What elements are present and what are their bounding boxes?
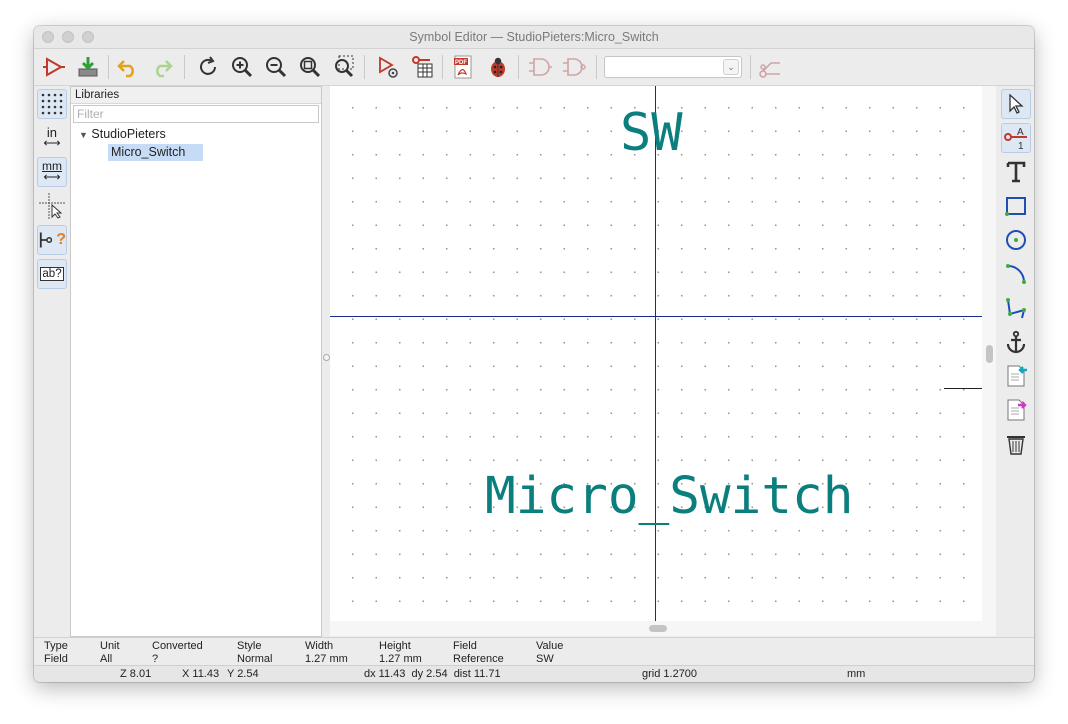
msg-header: Field — [453, 640, 477, 652]
full-crosshair-icon[interactable] — [37, 191, 67, 221]
new-symbol-icon[interactable] — [40, 53, 68, 81]
add-arc-tool-icon[interactable] — [1001, 259, 1031, 289]
right-toolbar: A1 — [996, 86, 1034, 636]
svg-text:PDF: PDF — [455, 60, 467, 66]
horizontal-scroll-thumb[interactable] — [649, 625, 667, 632]
msg-header: Height — [379, 640, 411, 652]
status-grid: grid 1.2700 — [642, 668, 698, 680]
msg-col-width: Width 1.27 mm — [305, 640, 348, 666]
symbol-properties-icon[interactable] — [374, 53, 402, 81]
add-polyline-tool-icon[interactable] — [1001, 293, 1031, 323]
symbol-editor-window: Symbol Editor — StudioPieters:Micro_Swit… — [34, 26, 1034, 682]
msg-header: Width — [305, 640, 334, 652]
svg-text:1: 1 — [1018, 141, 1024, 151]
add-text-tool-icon[interactable] — [1001, 157, 1031, 187]
msg-header: Type — [44, 640, 68, 652]
splitter-handle-icon — [323, 354, 330, 361]
horizontal-scrollbar[interactable] — [330, 621, 982, 636]
check-symbol-icon[interactable] — [484, 53, 512, 81]
export-graphics-icon[interactable] — [1001, 395, 1031, 425]
msg-col-unit: Unit All — [100, 640, 120, 666]
zoom-selection-icon[interactable] — [330, 53, 358, 81]
msg-col-height: Height 1.27 mm — [379, 640, 422, 666]
value-field-text[interactable]: Micro_Switch — [485, 468, 853, 526]
symbol-canvas[interactable]: SW Micro_Switch — [330, 86, 982, 621]
save-icon[interactable] — [74, 53, 102, 81]
normal-body-style-icon[interactable] — [526, 53, 554, 81]
tree-item-micro-switch[interactable]: Micro_Switch — [108, 144, 203, 161]
anchor-tool-icon[interactable] — [1001, 327, 1031, 357]
vertical-scroll-thumb[interactable] — [986, 345, 993, 363]
pin-table-icon[interactable] — [408, 53, 436, 81]
mm-units-button[interactable]: mm ⟷ — [37, 157, 67, 187]
msg-header: Value — [536, 640, 564, 652]
library-filter-input[interactable]: Filter — [73, 105, 319, 123]
msg-header: Style — [237, 640, 262, 652]
msg-col-style: Style Normal — [237, 640, 272, 666]
vertical-scrollbar[interactable] — [982, 86, 996, 636]
msg-col-type: Type Field — [44, 640, 68, 666]
status-zoom: Z 8.01 — [120, 668, 152, 680]
pin-connection-icon[interactable] — [756, 53, 784, 81]
show-pin-electrical-type-button[interactable]: ? — [37, 225, 67, 255]
redo-icon[interactable] — [148, 53, 176, 81]
library-name: StudioPieters — [91, 127, 166, 141]
title-bar: Symbol Editor — StudioPieters:Micro_Swit… — [34, 26, 1034, 49]
pin-mark-text: ? — [56, 231, 66, 248]
canvas-axis-horizontal — [330, 316, 982, 317]
zoom-in-icon[interactable] — [228, 53, 256, 81]
export-pdf-icon[interactable]: PDF — [450, 53, 478, 81]
zoom-out-icon[interactable] — [262, 53, 290, 81]
demorgan-body-style-icon[interactable] — [560, 53, 588, 81]
add-circle-tool-icon[interactable] — [1001, 225, 1031, 255]
status-delta: dx 11.43 dy 2.54 dist 11.71 — [364, 668, 501, 680]
zoom-window-button[interactable] — [82, 31, 94, 43]
chevron-down-icon: ⌄ — [723, 59, 739, 75]
text-variables-label: ab? — [40, 267, 64, 281]
reference-field-text[interactable]: SW — [620, 104, 683, 162]
undo-icon[interactable] — [114, 53, 142, 81]
status-units: mm — [847, 668, 866, 680]
msg-header: Converted — [152, 640, 203, 652]
left-toolbar: in ⟷ mm ⟷ ? ab? — [34, 86, 70, 636]
add-pin-tool-icon[interactable]: A1 — [1001, 123, 1031, 153]
libraries-panel: Libraries Filter ▼ StudioPieters Micro_S… — [70, 86, 322, 637]
msg-col-value: Value SW — [536, 640, 563, 666]
delete-trash-icon[interactable] — [1001, 429, 1031, 459]
text-variables-button[interactable]: ab? — [37, 259, 67, 289]
canvas-axis-vertical — [655, 86, 656, 621]
minimize-window-button[interactable] — [62, 31, 74, 43]
libraries-header: Libraries — [71, 87, 321, 104]
panel-splitter[interactable] — [322, 86, 330, 637]
msg-header: Unit — [100, 640, 120, 652]
msg-col-converted: Converted? — [152, 640, 203, 666]
refresh-icon[interactable] — [194, 53, 222, 81]
arrow-horizontal-icon: ⟷ — [43, 170, 61, 184]
close-window-button[interactable] — [42, 31, 54, 43]
message-panel: Type Field Unit All Converted? Style Normal… — [34, 637, 1034, 666]
status-x: X 11.43 — [182, 668, 220, 680]
zoom-fit-icon[interactable] — [296, 53, 324, 81]
main-toolbar: PDF ⌄ — [34, 49, 1034, 86]
unit-selector[interactable]: ⌄ — [604, 56, 742, 78]
window-title: Symbol Editor — StudioPieters:Micro_Swit… — [409, 30, 659, 44]
inch-units-button[interactable]: in ⟷ — [37, 123, 67, 153]
import-graphics-icon[interactable] — [1001, 361, 1031, 391]
pin-line — [944, 388, 982, 389]
select-tool-icon[interactable] — [1001, 89, 1031, 119]
svg-text:A: A — [1017, 127, 1024, 138]
grid-toggle-icon[interactable] — [37, 89, 67, 119]
status-bar: Z 8.01 X 11.43 Y 2.54 dx 11.43 dy 2.54 d… — [34, 665, 1034, 682]
tree-item-studiopieters[interactable]: ▼ StudioPieters — [79, 127, 166, 141]
status-y: Y 2.54 — [227, 668, 259, 680]
add-rectangle-tool-icon[interactable] — [1001, 191, 1031, 221]
arrow-horizontal-icon: ⟷ — [43, 136, 61, 150]
triangle-down-icon[interactable]: ▼ — [79, 130, 88, 140]
msg-col-field: Field Reference — [453, 640, 504, 666]
